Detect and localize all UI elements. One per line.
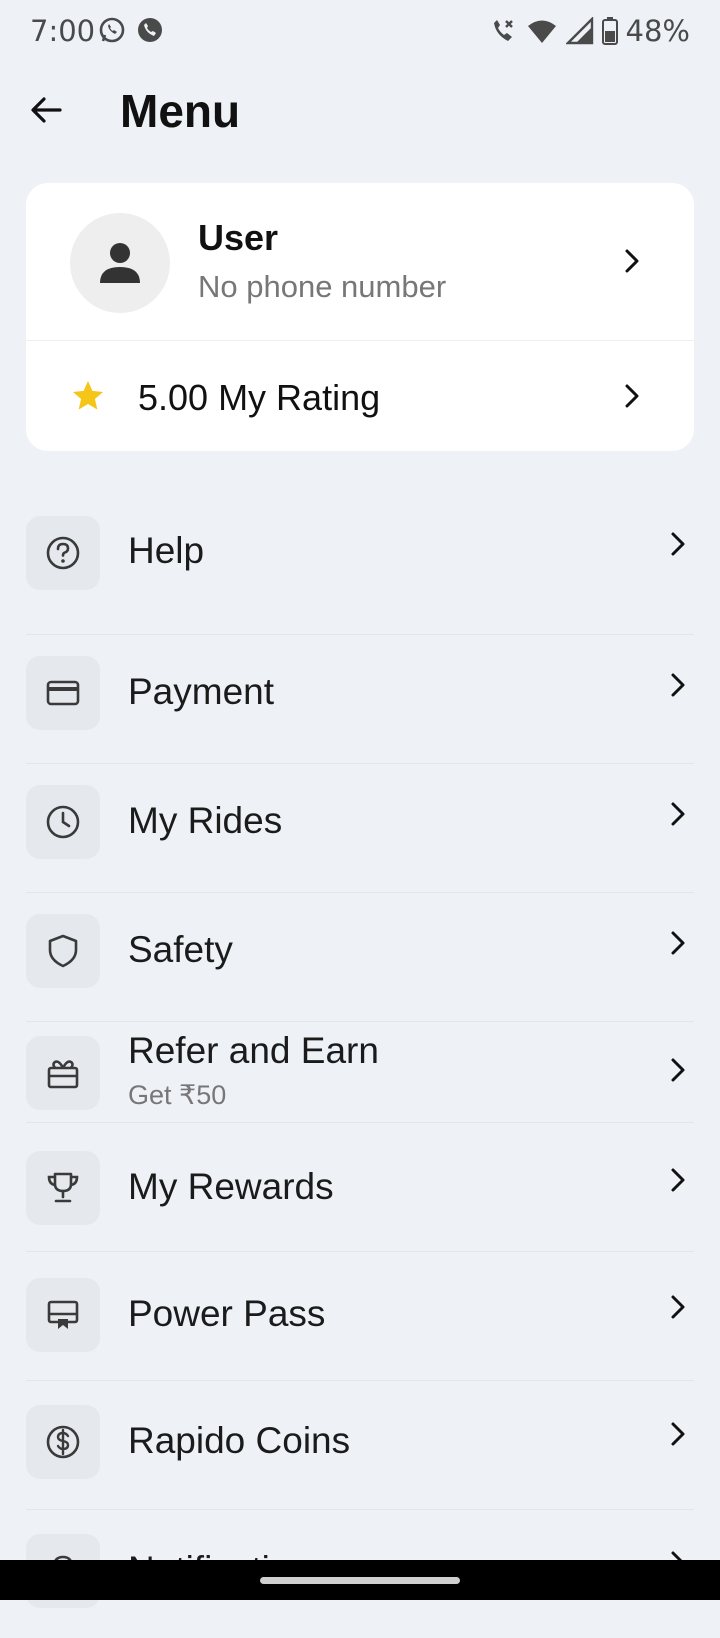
- wifi-icon: [527, 20, 556, 43]
- menu-item-safety[interactable]: Safety: [26, 893, 694, 1022]
- chevron-right-icon: [671, 802, 685, 826]
- avatar: [70, 213, 170, 313]
- trophy-icon: [47, 1172, 79, 1203]
- icon-box: [26, 656, 100, 730]
- chevron-right-icon: [671, 532, 685, 556]
- app-notification-icon: [138, 18, 162, 42]
- menu-item-help[interactable]: Help: [26, 506, 694, 635]
- menu-item-rapido-coins[interactable]: Rapido Coins: [26, 1381, 694, 1510]
- menu-item-my-rides[interactable]: My Rides: [26, 764, 694, 893]
- wifi-call-icon: [493, 20, 513, 41]
- signal-icon: [565, 17, 593, 45]
- status-left-icons: [98, 16, 164, 44]
- chevron-right-icon: [671, 1058, 685, 1082]
- menu-item-label: Payment: [128, 671, 275, 712]
- chevron-right-icon: [671, 931, 685, 955]
- chevron-right-icon: [625, 249, 639, 273]
- profile-card: User No phone number 5.00 My Rating: [26, 183, 694, 451]
- menu-item-label: Refer and Earn: [128, 1030, 379, 1071]
- icon-box: [26, 785, 100, 859]
- home-gesture-handle[interactable]: [260, 1577, 460, 1584]
- chevron-right-icon: [671, 1295, 685, 1319]
- rating-text: 5.00 My Rating: [138, 377, 381, 418]
- back-button[interactable]: [26, 90, 66, 130]
- star-icon: [73, 381, 103, 410]
- menu-item-label: My Rewards: [128, 1166, 334, 1207]
- chevron-right-icon: [671, 1422, 685, 1446]
- battery-icon: [601, 17, 618, 45]
- battery-percentage: 48%: [625, 14, 690, 48]
- chevron-right-icon: [671, 1168, 685, 1192]
- menu-item-label: Help: [128, 530, 205, 571]
- icon-box: [26, 1405, 100, 1479]
- credit-card-icon: [46, 680, 80, 706]
- menu-item-power-pass[interactable]: Power Pass: [26, 1252, 694, 1381]
- pass-icon: [47, 1300, 79, 1329]
- menu-item-subtitle: Get ₹50: [128, 1080, 227, 1110]
- chevron-right-icon: [671, 673, 685, 697]
- menu-item-payment[interactable]: Payment: [26, 635, 694, 764]
- icon-box: [26, 1036, 100, 1110]
- clock-icon: [46, 805, 80, 839]
- arrow-left-icon: [31, 97, 62, 123]
- gift-icon: [47, 1060, 79, 1089]
- icon-box: [26, 1278, 100, 1352]
- user-name: User: [198, 217, 279, 258]
- menu-item-label: Rapido Coins: [128, 1420, 351, 1461]
- status-time: 7:00: [30, 14, 96, 48]
- icon-box: [26, 516, 100, 590]
- profile-row[interactable]: User No phone number: [26, 183, 694, 341]
- rating-row[interactable]: 5.00 My Rating: [26, 341, 694, 451]
- icon-box: [26, 1151, 100, 1225]
- menu-item-label: My Rides: [128, 800, 283, 841]
- menu-item-refer-and-earn[interactable]: Refer and Earn Get ₹50: [26, 1022, 694, 1123]
- menu-item-label: Safety: [128, 929, 233, 970]
- status-right-icons: 48%: [490, 14, 690, 48]
- shield-icon: [48, 934, 78, 968]
- app-bar: Menu: [0, 70, 720, 150]
- person-icon: [100, 243, 140, 283]
- menu-list: Help Payment My Rides Safety Refer and E…: [26, 506, 694, 1638]
- menu-item-label: Power Pass: [128, 1293, 326, 1334]
- chevron-right-icon: [625, 384, 639, 408]
- help-circle-icon: [46, 536, 80, 570]
- whatsapp-icon: [99, 17, 125, 43]
- icon-box: [26, 914, 100, 988]
- coin-icon: [46, 1425, 80, 1459]
- user-phone: No phone number: [198, 269, 447, 304]
- navigation-bar: [0, 1560, 720, 1600]
- menu-item-my-rewards[interactable]: My Rewards: [26, 1123, 694, 1252]
- status-bar: 7:00 48%: [0, 0, 720, 64]
- page-title: Menu: [120, 85, 241, 137]
